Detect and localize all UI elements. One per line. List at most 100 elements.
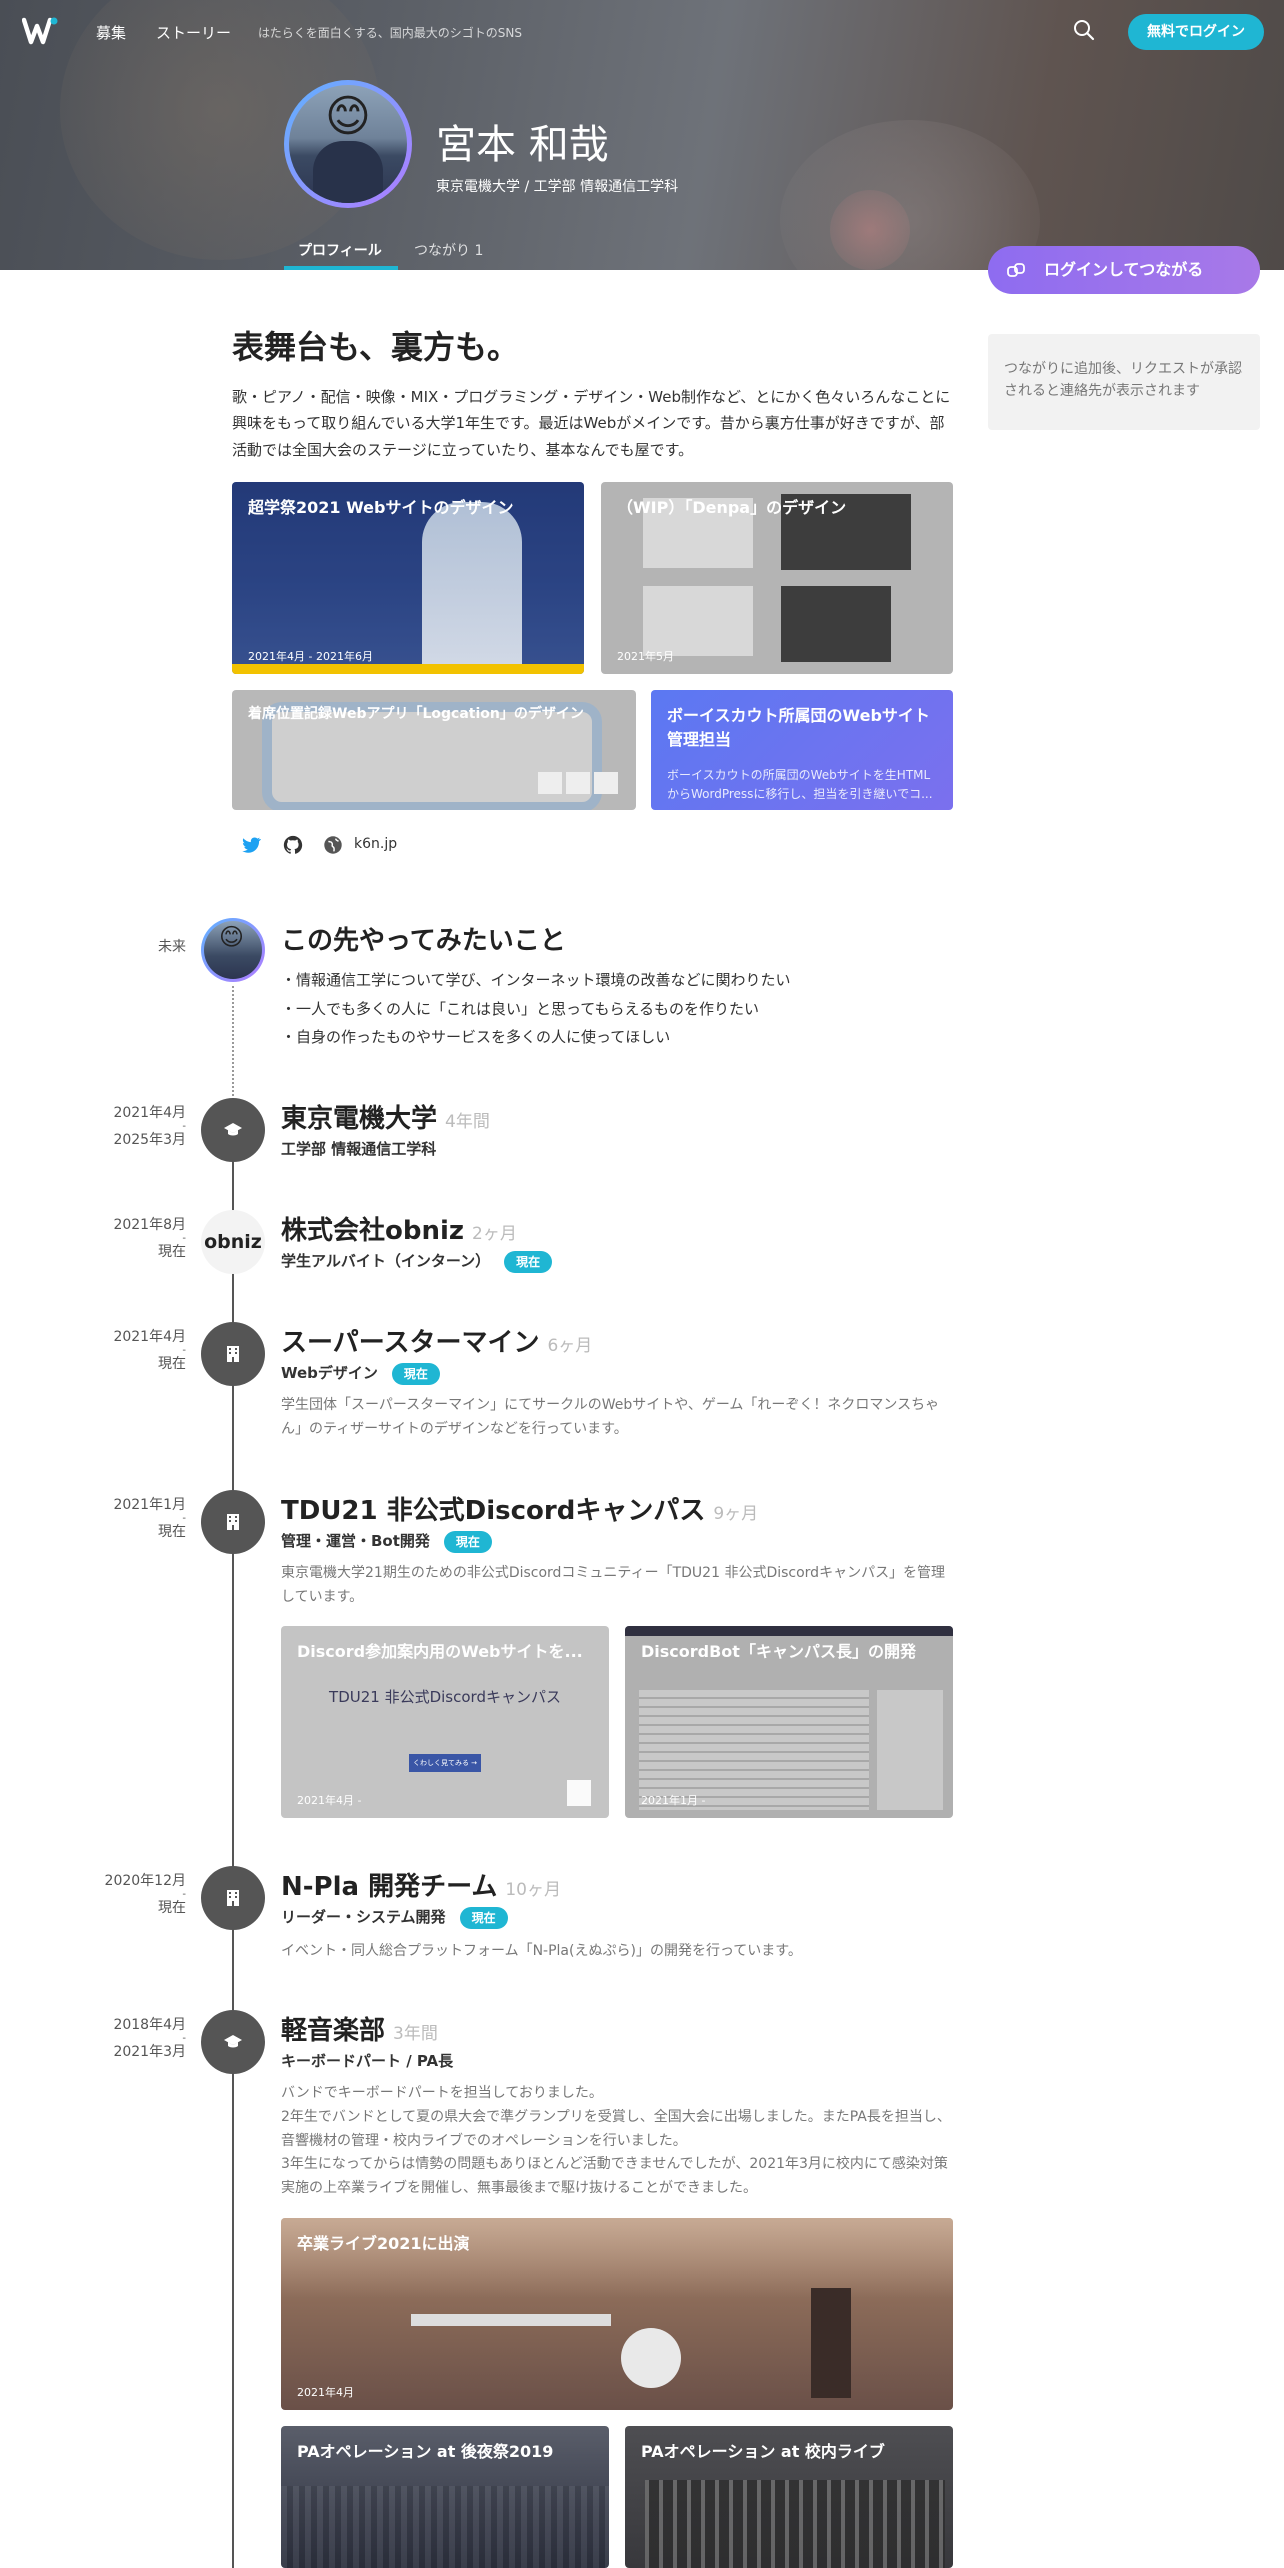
nav-link-jobs[interactable]: 募集	[96, 22, 126, 43]
card-overlay	[281, 2218, 953, 2298]
timeline-date: 2021年4月 - 現在	[0, 1328, 186, 1374]
screenshot-thumb	[566, 772, 590, 794]
goal-item: ・一人でも多くの人に「これは良い」と思ってもらえるものを作りたい	[281, 999, 760, 1018]
building-icon	[201, 1322, 265, 1386]
card-description: ボーイスカウトの所属団のWebサイトを生HTMLからWordPressに移行し、…	[667, 768, 933, 801]
avatar: 😊	[284, 80, 412, 208]
globe-icon[interactable]	[322, 834, 344, 856]
twitter-icon[interactable]	[240, 834, 262, 856]
work-card-chogakusai[interactable]: 超学祭2021 Webサイトのデザイン 2021年4月 - 2021年6月	[232, 482, 584, 674]
crowd-texture	[281, 2486, 609, 2568]
smiley-face-icon: 😊	[219, 923, 245, 951]
date-end: 現在	[158, 1355, 186, 1372]
timeline-title-text: スーパースターマイン	[281, 1328, 540, 1358]
timeline-title[interactable]: 株式会社obniz 2ヶ月	[281, 1210, 517, 1247]
drum-shape	[621, 2328, 681, 2388]
timeline-duration: 3年間	[393, 2024, 438, 2044]
card-date: 2021年4月 -	[297, 1794, 362, 1807]
building-icon	[201, 1490, 265, 1554]
timeline-title-text: 軽音楽部	[281, 2016, 386, 2046]
date-separator: -	[182, 1120, 186, 1132]
date-end: 現在	[158, 1899, 186, 1916]
connect-button[interactable]: ログインしてつながる	[988, 246, 1260, 294]
date-separator: -	[182, 1888, 186, 1900]
date-end: 現在	[158, 1243, 186, 1260]
card-date: 2021年1月 -	[641, 1794, 706, 1807]
timeline-title[interactable]: 軽音楽部 3年間	[281, 2010, 438, 2047]
card-title: DiscordBot「キャンパス長」の開発	[641, 1642, 916, 1661]
tab-profile[interactable]: プロフィール	[298, 240, 382, 260]
mixer-texture	[645, 2480, 945, 2568]
timeline-title[interactable]: スーパースターマイン 6ヶ月	[281, 1322, 592, 1359]
card-title: （WIP）「Denpa」のデザイン	[617, 498, 847, 517]
link-icon	[1007, 263, 1025, 277]
timeline-role-text: Webデザイン	[281, 1364, 378, 1382]
timeline-date: 2018年4月 - 2021年3月	[0, 2016, 186, 2062]
login-button[interactable]: 無料でログイン	[1128, 14, 1264, 50]
card-title: Discord参加案内用のWebサイトを...	[297, 1642, 583, 1661]
card-title: 卒業ライブ2021に出演	[297, 2234, 470, 2253]
date-separator: -	[182, 1232, 186, 1244]
date-separator: -	[182, 2032, 186, 2044]
future-title: この先やってみたいこと	[281, 926, 566, 956]
work-card-denpa[interactable]: （WIP）「Denpa」のデザイン 2021年5月	[601, 482, 953, 674]
timeline-title[interactable]: TDU21 非公式Discordキャンパス 9ヶ月	[281, 1490, 758, 1527]
timeline-description: バンドでキーボードパートを担当しておりました。 2年生でバンドとして夏の県大会で…	[281, 2085, 951, 2197]
status-badge: 現在	[391, 1362, 440, 1385]
performer-shape	[811, 2288, 851, 2398]
card-title: 超学祭2021 Webサイトのデザイン	[248, 498, 514, 517]
card-date: 2021年4月 - 2021年6月	[248, 650, 373, 663]
education-icon	[201, 2010, 265, 2074]
card-title: 着席位置記録Webアプリ「Logcation」のデザイン	[248, 706, 584, 722]
timeline-role-text: 学生アルバイト（インターン）	[281, 1252, 491, 1270]
timeline-description: 東京電機大学21期生のための非公式Discordコミュニティー「TDU21 非公…	[281, 1565, 946, 1605]
work-card-discord-bot[interactable]: DiscordBot「キャンパス長」の開発 2021年1月 -	[625, 1626, 953, 1818]
timeline-duration: 6ヶ月	[547, 1336, 593, 1356]
status-badge: 現在	[443, 1530, 492, 1553]
timeline-duration: 9ヶ月	[713, 1504, 759, 1524]
work-card-pa-school-live[interactable]: PAオペレーション at 校内ライブ	[625, 2426, 953, 2568]
github-icon[interactable]	[282, 834, 304, 856]
timeline-description: 学生団体「スーパースターマイン」にてサークルのWebサイトや、ゲーム「れーぞく！…	[281, 1397, 940, 1437]
nav-link-stories[interactable]: ストーリー	[156, 22, 231, 43]
card-title: PAオペレーション at 校内ライブ	[641, 2442, 885, 2461]
timeline-role: リーダー・システム開発 現在	[281, 1906, 508, 1929]
timeline-title-text: TDU21 非公式Discordキャンパス	[281, 1496, 706, 1526]
search-icon[interactable]	[1072, 18, 1098, 44]
work-card-pa-festival[interactable]: PAオペレーション at 後夜祭2019	[281, 2426, 609, 2568]
card-inner-title: TDU21 非公式Discordキャンパス	[329, 1688, 561, 1706]
timeline-title[interactable]: 東京電機大学 4年間	[281, 1098, 490, 1135]
goal-item: ・自身の作ったものやサービスを多くの人に使ってほしい	[281, 1028, 671, 1046]
timeline-date: 2020年12月 - 現在	[0, 1872, 186, 1918]
timeline-role: キーボードパート / PA長	[281, 2052, 454, 2070]
timeline-role: 管理・運営・Bot開発 現在	[281, 1530, 492, 1553]
wantedly-logo-icon[interactable]	[21, 16, 58, 46]
building-icon	[201, 1866, 265, 1930]
connect-button-label: ログインしてつながる	[1044, 260, 1204, 279]
screenshot-thumb	[567, 1780, 591, 1806]
avatar-body-shape	[313, 141, 383, 203]
screenshot-thumb	[594, 772, 618, 794]
connection-note: つながりに追加後、リクエストが承認されると連絡先が表示されます	[988, 334, 1260, 430]
date-start: 2021年8月	[113, 1217, 186, 1233]
card-date: 2021年5月	[617, 650, 674, 663]
timeline-role: Webデザイン 現在	[281, 1362, 440, 1385]
tab-connections[interactable]: つながり 1	[414, 240, 483, 260]
date-end: 2025年3月	[113, 1131, 186, 1148]
work-card-graduation-live[interactable]: 卒業ライブ2021に出演 2021年4月	[281, 2218, 953, 2410]
card-title: PAオペレーション at 後夜祭2019	[297, 2442, 554, 2461]
timeline-title[interactable]: N-Pla 開発チーム 10ヶ月	[281, 1866, 561, 1903]
timeline-title-text: 株式会社obniz	[281, 1216, 465, 1246]
work-card-logcation[interactable]: 着席位置記録Webアプリ「Logcation」のデザイン	[232, 690, 636, 810]
keyboard-shape	[411, 2314, 611, 2326]
work-card-discord-site[interactable]: TDU21 非公式Discordキャンパス くわしく見てみる → Discord…	[281, 1626, 609, 1818]
date-end: 2021年3月	[113, 2043, 186, 2060]
status-badge: 現在	[504, 1250, 553, 1273]
work-card-boyscout[interactable]: ボーイスカウト所属団のWebサイト管理担当 ボーイスカウトの所属団のWebサイト…	[651, 690, 953, 810]
status-badge: 現在	[459, 1906, 508, 1929]
profile-name: 宮本 和哉	[436, 122, 609, 168]
date-start: 2021年4月	[113, 1105, 186, 1121]
website-link[interactable]: k6n.jp	[354, 836, 397, 852]
timeline-date: 未来	[158, 939, 186, 955]
timeline-date: 2021年1月 - 現在	[0, 1496, 186, 1542]
